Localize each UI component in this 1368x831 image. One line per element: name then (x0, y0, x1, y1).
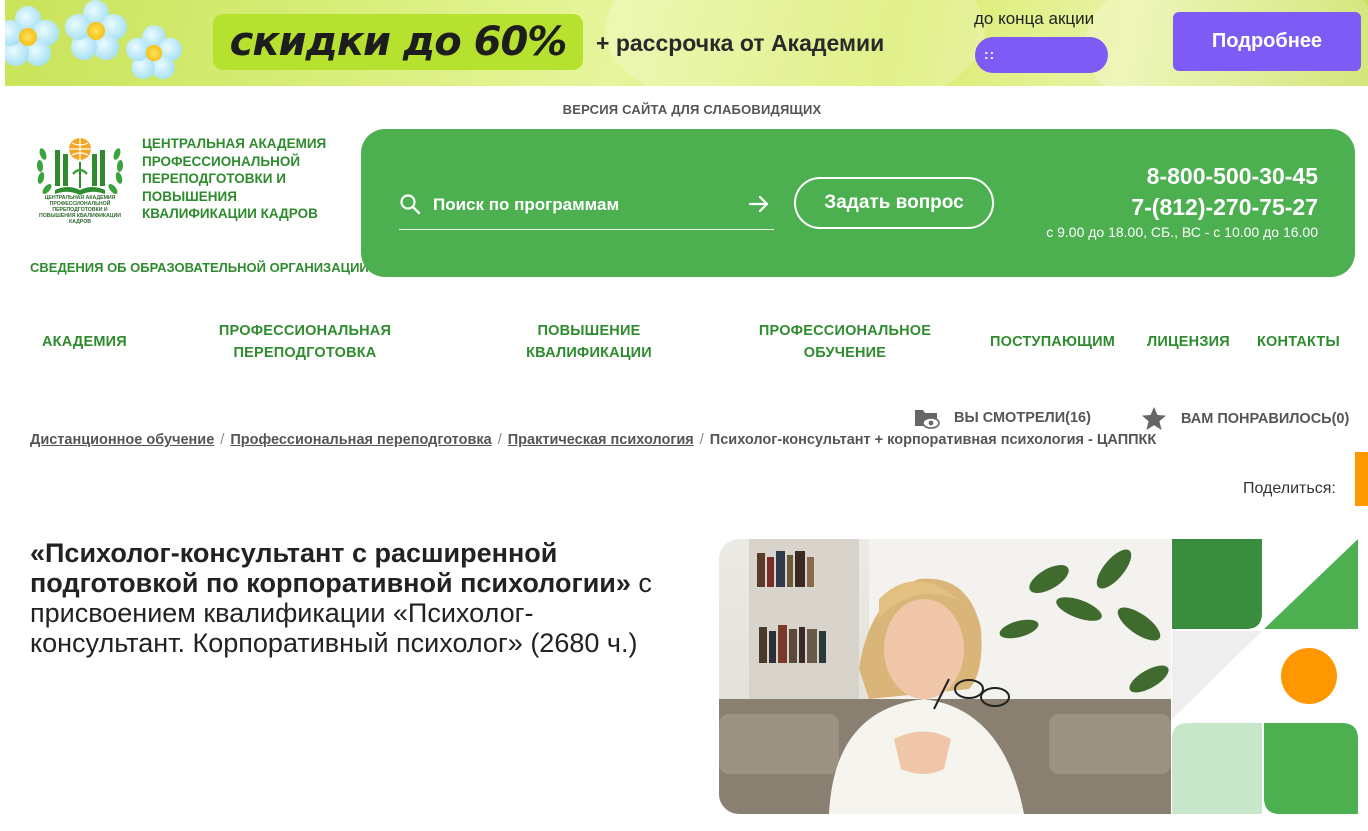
countdown-timer: :: (975, 37, 1108, 73)
breadcrumb-separator: / (497, 432, 502, 448)
nav-item-license[interactable]: ЛИЦЕНЗИЯ (1147, 331, 1230, 353)
breadcrumb-current: Психолог-консультант + корпоративная пси… (709, 432, 1157, 448)
logo-emblem-caption: ЦЕНТРАЛЬНАЯ АКАДЕМИЯ ПРОФЕССИОНАЛЬНОЙ ПЕ… (38, 195, 122, 225)
breadcrumb: Дистанционное обучение / Профессиональная … (30, 432, 1156, 448)
nav-item-contacts[interactable]: КОНТАКТЫ (1257, 331, 1340, 353)
discount-text: скидки до 60% (229, 19, 568, 65)
flower-icon (126, 25, 182, 81)
arrow-right-icon[interactable] (748, 193, 770, 215)
folder-eye-icon (915, 410, 940, 429)
course-title: «Психолог-консультант с расширенной подг… (30, 538, 680, 658)
phone-tollfree[interactable]: 8-800-500-30-45 (1046, 161, 1318, 192)
breadcrumb-distance-learning[interactable]: Дистанционное обучение (30, 432, 214, 448)
breadcrumb-retraining[interactable]: Профессиональная переподготовка (230, 432, 491, 448)
nav-item-training[interactable]: ПРОФЕССИОНАЛЬНОЕ ОБУЧЕНИЕ (747, 320, 943, 364)
flower-icon (5, 6, 59, 68)
flower-icon (65, 0, 127, 62)
contact-phones: 8-800-500-30-45 7-(812)-270-75-27 с 9.00… (1046, 161, 1318, 240)
discount-badge: скидки до 60% (213, 14, 583, 70)
nav-item-applicants[interactable]: ПОСТУПАЮЩИМ (990, 331, 1115, 353)
course-hero-image (719, 539, 1171, 814)
header-panel: Поиск по программам Задать вопрос 8-800-… (361, 129, 1355, 277)
promo-details-button[interactable]: Подробнее (1173, 12, 1361, 71)
academy-logo[interactable]: ЦЕНТРАЛЬНАЯ АКАДЕМИЯ ПРОФЕССИОНАЛЬНОЙ ПЕ… (33, 134, 127, 225)
timer-value: :: (984, 46, 996, 62)
share-widget[interactable] (1355, 452, 1368, 506)
course-title-main: «Психолог-консультант с расширенной подг… (30, 538, 631, 598)
favorites-link[interactable]: ВАМ ПОНРАВИЛОСЬ(0) (1141, 406, 1349, 431)
breadcrumb-practical-psychology[interactable]: Практическая психология (508, 432, 694, 448)
academy-name[interactable]: ЦЕНТРАЛЬНАЯ АКАДЕМИЯ ПРОФЕССИОНАЛЬНОЙ ПЕ… (142, 135, 352, 223)
decorative-shapes (1172, 539, 1368, 814)
working-hours: с 9.00 до 18.00, СБ., ВС - с 10.00 до 16… (1046, 224, 1318, 240)
breadcrumb-separator: / (699, 432, 704, 448)
phone-spb[interactable]: 7-(812)-270-75-27 (1046, 192, 1318, 223)
nav-item-retraining[interactable]: ПРОФЕССИОНАЛЬНАЯ ПЕРЕПОДГОТОВКА (212, 320, 398, 364)
accessibility-version-link[interactable]: ВЕРСИЯ САЙТА ДЛЯ СЛАБОВИДЯЩИХ (0, 102, 1368, 117)
viewed-items-link[interactable]: ВЫ СМОТРЕЛИ(16) (914, 406, 1091, 430)
favorites-label: ВАМ ПОНРАВИЛОСЬ(0) (1181, 410, 1350, 427)
search-input[interactable]: Поиск по программам (433, 195, 619, 215)
search-icon (400, 194, 421, 215)
ask-question-button[interactable]: Задать вопрос (794, 177, 994, 229)
breadcrumb-separator: / (220, 432, 225, 448)
viewed-items-label: ВЫ СМОТРЕЛИ(16) (954, 410, 1091, 426)
search-field[interactable]: Поиск по программам (399, 187, 774, 230)
installment-text: + рассрочка от Академии (596, 30, 885, 56)
promo-banner[interactable]: скидки до 60% + рассрочка от Академии до… (5, 0, 1368, 86)
nav-item-qualification[interactable]: ПОВЫШЕНИЕ КВАЛИФИКАЦИИ (505, 320, 673, 364)
share-label: Поделиться: (1243, 480, 1336, 497)
countdown-label: до конца акции (974, 9, 1095, 28)
nav-item-academy[interactable]: АКАДЕМИЯ (42, 331, 127, 353)
star-icon (1142, 407, 1166, 430)
org-info-link[interactable]: СВЕДЕНИЯ ОБ ОБРАЗОВАТЕЛЬНОЙ ОРГАНИЗАЦИИ (30, 260, 369, 275)
